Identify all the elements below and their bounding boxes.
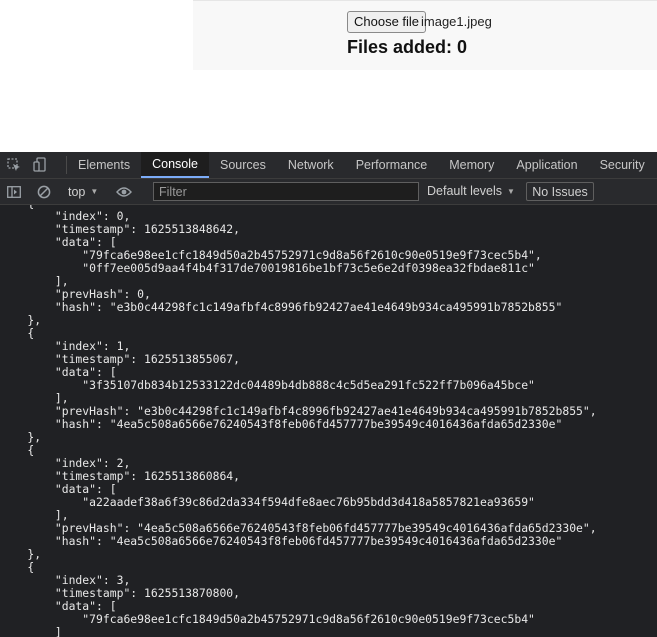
console-line: "a22aadef38a6f39c86d2da334f594dfe8aec76b…	[0, 495, 535, 509]
console-line: "hash": "e3b0c44298fc1c149afbf4c8996fb92…	[0, 300, 563, 314]
selected-file-name: image1.jpeg	[421, 14, 492, 29]
console-line: },	[0, 313, 42, 327]
console-line: "0ff7ee005d9aa4f4b4f317de70019816be1bf73…	[0, 261, 535, 275]
chevron-down-icon: ▼	[507, 186, 515, 196]
sidebar-toggle-icon[interactable]	[6, 184, 22, 200]
console-line: "hash": "4ea5c508a6566e76240543f8feb06fd…	[0, 417, 563, 431]
console-line: },	[0, 547, 42, 561]
tool-icons	[0, 152, 66, 178]
clear-console-icon[interactable]	[36, 184, 52, 200]
console-log-content: { "index": 0, "timestamp": 1625513848642…	[0, 205, 596, 637]
inspect-element-icon[interactable]	[6, 157, 22, 173]
page-viewport: Choose file image1.jpeg Files added: 0	[0, 0, 657, 152]
tab-sources[interactable]: Sources	[209, 152, 277, 178]
log-levels-label: Default levels	[427, 184, 503, 198]
issues-button[interactable]: No Issues	[526, 182, 594, 201]
devtools-tab-bar: Elements Console Sources Network Perform…	[0, 152, 657, 179]
log-levels-dropdown[interactable]: Default levels ▼	[427, 184, 515, 198]
tab-console[interactable]: Console	[141, 152, 209, 178]
device-toolbar-icon[interactable]	[32, 157, 48, 173]
context-label: top	[68, 184, 86, 199]
tab-performance[interactable]: Performance	[345, 152, 439, 178]
tab-memory[interactable]: Memory	[438, 152, 505, 178]
tab-network[interactable]: Network	[277, 152, 345, 178]
console-line: "3f35107db834b12533122dc04489b4db888c4c5…	[0, 378, 535, 392]
tab-security[interactable]: Security	[589, 152, 656, 178]
devtools-panel: Elements Console Sources Network Perform…	[0, 152, 657, 637]
chevron-down-icon: ▼	[90, 187, 99, 196]
console-toolbar: top ▼ Default levels ▼ No Issues	[0, 179, 657, 205]
console-line: ]	[0, 625, 62, 637]
files-added-heading: Files added: 0	[347, 37, 468, 57]
context-selector[interactable]: top ▼	[68, 185, 98, 199]
tab-elements[interactable]: Elements	[67, 152, 141, 178]
console-output: { "index": 0, "timestamp": 1625513848642…	[0, 205, 657, 637]
choose-file-button[interactable]: Choose file	[347, 11, 427, 33]
upload-panel: Choose file image1.jpeg Files added: 0	[193, 0, 657, 70]
eye-icon[interactable]	[116, 184, 133, 200]
console-line: },	[0, 430, 42, 444]
tab-application[interactable]: Application	[505, 152, 588, 178]
console-line: "79fca6e98ee1cfc1849d50a2b45752971c9d8a5…	[0, 612, 535, 626]
filter-input[interactable]	[153, 182, 419, 201]
console-line: "hash": "4ea5c508a6566e76240543f8feb06fd…	[0, 534, 563, 548]
